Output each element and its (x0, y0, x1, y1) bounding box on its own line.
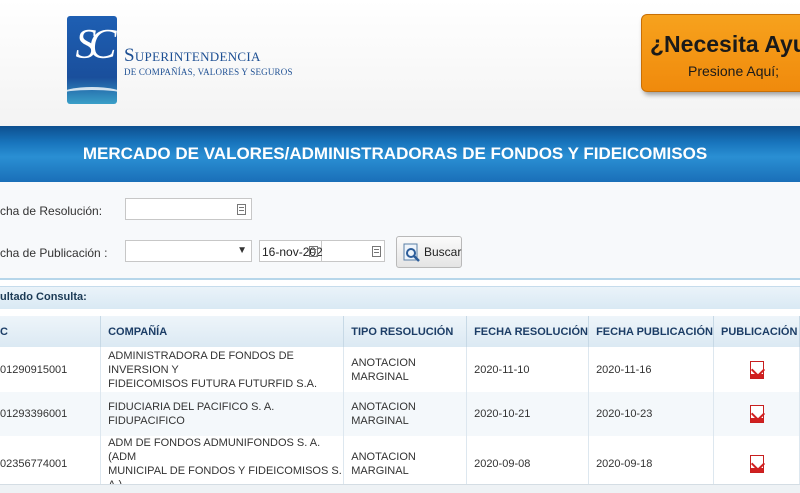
cell-compania: ADMINISTRADORA DE FONDOS DE INVERSION Y … (100, 347, 345, 392)
help-button-title: ¿Necesita Ayuda (650, 31, 800, 57)
logo-title: Superintendencia (124, 45, 261, 66)
cell-publicacion (713, 347, 800, 392)
site-header: SC Superintendencia DE COMPAÑÍAS, VALORE… (0, 0, 800, 126)
fecha-publicacion-to-input[interactable] (322, 240, 385, 262)
pdf-icon[interactable] (749, 360, 764, 379)
help-button-subtitle: Presione Aquí; (688, 63, 780, 79)
fecha-resolucion-input[interactable] (125, 198, 252, 220)
table-row: 01293396001 FIDUCIARIA DEL PACIFICO S. A… (0, 392, 800, 436)
fecha-publicacion-label: cha de Publicación : (0, 246, 108, 260)
column-header-fecha-resolucion[interactable]: FECHA RESOLUCIÓN (466, 316, 590, 347)
logo-wave-icon (67, 87, 117, 100)
help-button[interactable]: ¿Necesita Ayuda Presione Aquí; (641, 14, 800, 92)
calendar-icon[interactable] (237, 204, 246, 215)
results-header: ultado Consulta: (0, 286, 800, 309)
cell-ruc: 01290915001 (0, 347, 102, 392)
cell-compania-line2: FIDEICOMISOS FUTURA FUTURFID S.A. (108, 377, 318, 390)
cell-publicacion (713, 392, 800, 436)
logo-initials: SC (75, 22, 116, 68)
chevron-down-icon: ▼ (237, 245, 247, 256)
fecha-resolucion-label: cha de Resolución: (0, 204, 103, 218)
cell-tipo-resolucion: ANOTACION MARGINAL (343, 392, 468, 436)
logo-emblem[interactable]: SC (67, 16, 117, 104)
cell-fecha-resolucion: 2020-10-21 (466, 392, 590, 436)
cell-compania-line1: ADMINISTRADORA DE FONDOS DE INVERSION Y (108, 349, 294, 376)
fecha-publicacion-select[interactable]: ▼ (125, 240, 252, 262)
calendar-icon[interactable] (309, 246, 318, 257)
table-row: 01290915001 ADMINISTRADORA DE FONDOS DE … (0, 347, 800, 392)
cell-compania-line1: ADM DE FONDOS ADMUNIFONDOS S. A. (ADM (108, 437, 321, 463)
cell-fecha-publicacion: 2020-11-16 (588, 347, 714, 392)
cell-fecha-publicacion: 2020-10-23 (588, 392, 714, 436)
pdf-icon[interactable] (749, 455, 764, 473)
column-header-fecha-publicacion[interactable]: FECHA PUBLICACIÓN (588, 316, 714, 347)
column-header-tipo-resolucion[interactable]: TIPO RESOLUCIÓN (343, 316, 468, 347)
logo-subtitle: DE COMPAÑÍAS, VALORES Y SEGUROS (124, 67, 293, 77)
column-header-publicacion[interactable]: PUBLICACIÓN (713, 316, 800, 347)
results-header-label: ultado Consulta: (0, 291, 87, 303)
calendar-icon[interactable] (372, 246, 381, 257)
results-table: C COMPAÑÍA TIPO RESOLUCIÓN FECHA RESOLUC… (0, 316, 800, 492)
cell-ruc: 01293396001 (0, 392, 102, 436)
cell-compania: FIDUCIARIA DEL PACIFICO S. A. FIDUPACIFI… (100, 392, 345, 436)
cell-compania-line1: FIDUCIARIA DEL PACIFICO S. A. FIDUPACIFI… (108, 401, 275, 427)
column-header-compania[interactable]: COMPAÑÍA (100, 316, 345, 347)
cell-fecha-resolucion: 2020-11-10 (466, 347, 590, 392)
table-header-row: C COMPAÑÍA TIPO RESOLUCIÓN FECHA RESOLUC… (0, 316, 800, 347)
column-header-ruc[interactable]: C (0, 316, 102, 347)
section-banner: MERCADO DE VALORES/ADMINISTRADORAS DE FO… (0, 126, 800, 182)
cell-tipo-resolucion: ANOTACION MARGINAL (343, 347, 468, 392)
pdf-icon[interactable] (749, 405, 764, 423)
search-button[interactable]: Buscar (396, 236, 462, 268)
search-icon (403, 243, 420, 262)
page-title: MERCADO DE VALORES/ADMINISTRADORAS DE FO… (82, 144, 708, 163)
fecha-publicacion-from-input[interactable]: 16-nov-202 (259, 240, 323, 262)
search-button-label: Buscar (424, 245, 462, 259)
